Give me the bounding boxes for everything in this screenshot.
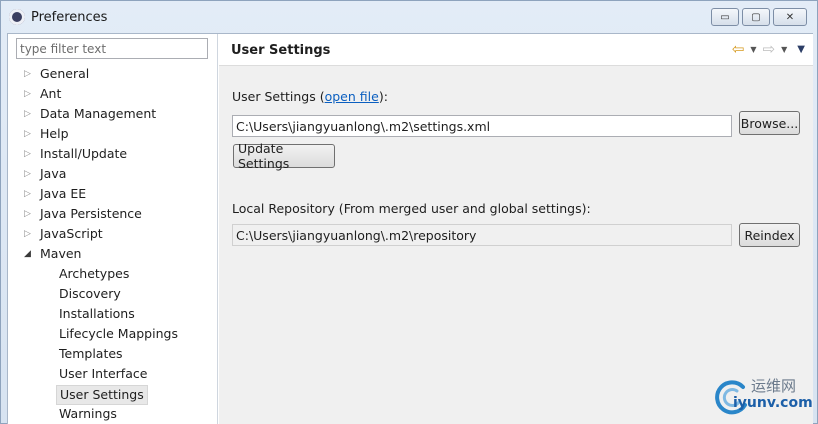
view-menu-icon[interactable]: ▼ xyxy=(797,44,805,55)
tree-item-label: Help xyxy=(40,126,69,141)
collapsed-arrow-icon[interactable]: ▷ xyxy=(24,84,34,104)
page-title: User Settings xyxy=(231,43,331,58)
dialog-body: ▷ General ▷ Ant ▷ Data Management ▷ Help ▷ Instal… xyxy=(7,33,813,424)
tree-item-label: General xyxy=(40,66,90,81)
collapsed-arrow-icon[interactable]: ▷ xyxy=(24,144,34,164)
preference-page: User Settings ⇦ ▼ ⇨ ▼ ▼ User Settings (o… xyxy=(219,34,813,424)
user-settings-label: User Settings (open file): xyxy=(232,89,388,104)
collapsed-arrow-icon[interactable]: ▷ xyxy=(24,64,34,84)
tree-item-label: Maven xyxy=(40,246,82,261)
tree-item-java-ee[interactable]: ▷ Java EE xyxy=(8,184,217,204)
tree-item-label: JavaScript xyxy=(40,226,103,241)
tree-item-templates[interactable]: Templates xyxy=(8,344,217,364)
eclipse-app-icon xyxy=(9,9,25,25)
open-file-link[interactable]: open file xyxy=(325,89,379,104)
tree-item-help[interactable]: ▷ Help xyxy=(8,124,217,144)
tree-item-label: Templates xyxy=(59,346,123,361)
local-repository-label: Local Repository (From merged user and g… xyxy=(232,201,591,216)
browse-button[interactable]: Browse... xyxy=(739,111,800,135)
repository-path-field: C:\Users\jiangyuanlong\.m2\repository xyxy=(232,224,732,246)
preference-tree: ▷ General ▷ Ant ▷ Data Management ▷ Help ▷ Instal… xyxy=(8,64,217,424)
tree-item-discovery[interactable]: Discovery xyxy=(8,284,217,304)
close-button[interactable]: ✕ xyxy=(773,8,807,26)
tree-item-lifecycle-mappings[interactable]: Lifecycle Mappings xyxy=(8,324,217,344)
window-title: Preferences xyxy=(31,10,108,25)
tree-item-label: Lifecycle Mappings xyxy=(59,326,178,341)
tree-item-label: Java Persistence xyxy=(40,206,142,221)
watermark-logo: 运维网 iyunv.com xyxy=(711,373,813,419)
history-navigation: ⇦ ▼ ⇨ ▼ ▼ xyxy=(732,42,805,57)
tree-item-java-persistence[interactable]: ▷ Java Persistence xyxy=(8,204,217,224)
forward-arrow-icon[interactable]: ⇨ xyxy=(763,42,776,57)
tree-item-install-update[interactable]: ▷ Install/Update xyxy=(8,144,217,164)
collapsed-arrow-icon[interactable]: ▷ xyxy=(24,184,34,204)
expanded-arrow-icon[interactable]: ◢ xyxy=(24,244,34,264)
collapsed-arrow-icon[interactable]: ▷ xyxy=(24,164,34,184)
tree-item-label: Java EE xyxy=(40,186,87,201)
tree-item-label: Archetypes xyxy=(59,266,130,281)
tree-item-label: Data Management xyxy=(40,106,157,121)
tree-item-label: Java xyxy=(40,166,67,181)
watermark-en: iyunv.com xyxy=(733,395,813,411)
collapsed-arrow-icon[interactable]: ▷ xyxy=(24,224,34,244)
tree-item-label: Warnings xyxy=(59,406,117,421)
preference-tree-pane: ▷ General ▷ Ant ▷ Data Management ▷ Help ▷ Instal… xyxy=(8,34,218,424)
tree-item-general[interactable]: ▷ General xyxy=(8,64,217,84)
window-controls: ▭ ▢ ✕ xyxy=(711,8,807,26)
tree-item-label: Install/Update xyxy=(40,146,128,161)
tree-item-label: User Settings xyxy=(56,385,148,405)
tree-item-user-settings[interactable]: User Settings xyxy=(8,384,217,405)
tree-item-user-interface[interactable]: User Interface xyxy=(8,364,217,384)
collapsed-arrow-icon[interactable]: ▷ xyxy=(24,124,34,144)
update-settings-button[interactable]: Update Settings xyxy=(233,141,335,171)
tree-item-label: Installations xyxy=(59,306,135,321)
title-bar[interactable]: Preferences ▭ ▢ ✕ xyxy=(1,1,817,33)
collapsed-arrow-icon[interactable]: ▷ xyxy=(24,104,34,124)
maximize-button[interactable]: ▢ xyxy=(742,8,770,26)
back-dropdown-icon[interactable]: ▼ xyxy=(750,45,756,54)
tree-item-archetypes[interactable]: Archetypes xyxy=(8,264,217,284)
tree-item-maven[interactable]: ◢ Maven xyxy=(8,244,217,264)
tree-item-java[interactable]: ▷ Java xyxy=(8,164,217,184)
tree-item-installations[interactable]: Installations xyxy=(8,304,217,324)
preferences-window: Preferences ▭ ▢ ✕ ▷ General ▷ Ant ▷ Data Mana… xyxy=(0,0,818,424)
filter-input[interactable] xyxy=(16,38,208,59)
watermark-cn: 运维网 xyxy=(751,377,797,395)
tree-item-javascript[interactable]: ▷ JavaScript xyxy=(8,224,217,244)
settings-path-field[interactable]: C:\Users\jiangyuanlong\.m2\settings.xml xyxy=(232,115,732,137)
tree-item-warnings[interactable]: Warnings xyxy=(8,404,217,424)
reindex-button[interactable]: Reindex xyxy=(739,223,800,247)
collapsed-arrow-icon[interactable]: ▷ xyxy=(24,204,34,224)
minimize-button[interactable]: ▭ xyxy=(711,8,739,26)
tree-item-data-management[interactable]: ▷ Data Management xyxy=(8,104,217,124)
tree-item-label: User Interface xyxy=(59,366,148,381)
forward-dropdown-icon[interactable]: ▼ xyxy=(781,45,787,54)
back-arrow-icon[interactable]: ⇦ xyxy=(732,42,745,57)
tree-item-ant[interactable]: ▷ Ant xyxy=(8,84,217,104)
page-header: User Settings ⇦ ▼ ⇨ ▼ ▼ xyxy=(219,34,813,66)
tree-item-label: Discovery xyxy=(59,286,121,301)
tree-item-label: Ant xyxy=(40,86,62,101)
